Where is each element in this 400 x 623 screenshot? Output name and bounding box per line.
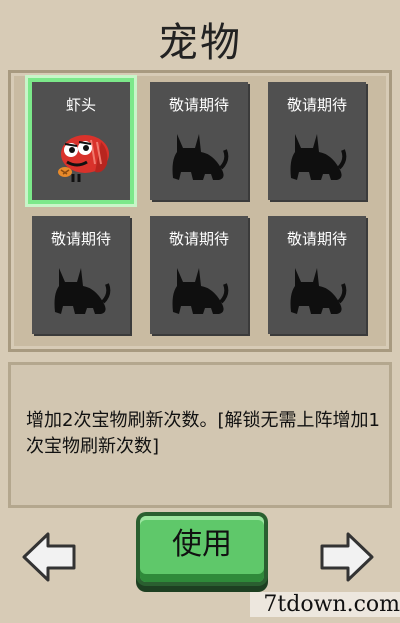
pet-name-label: 虾头 [65,96,96,114]
pet-name-label: 敬请期待 [50,230,111,248]
page-title: 宠物 [158,20,242,66]
cat-silhouette-icon [290,134,347,180]
pet-description-panel: 增加2次宝物刷新次数。[解锁无需上阵增加1次宝物刷新次数] [8,362,392,508]
shrimp-head-icon [58,135,109,182]
pet-name-label: 敬请期待 [168,230,229,248]
pet-description-text: 增加2次宝物刷新次数。[解锁无需上阵增加1次宝物刷新次数] [26,410,380,457]
pet-slot-locked-2[interactable]: 敬请期待 [150,82,248,200]
watermark: 7tdown.com [250,592,400,617]
cat-silhouette-icon [172,134,229,180]
previous-arrow-icon[interactable] [20,528,78,586]
pet-slot-locked-5[interactable]: 敬请期待 [150,216,248,334]
use-button[interactable]: 使用 [140,516,264,582]
pet-grid-panel: 虾头 敬请期待 敬请期待 敬请期待 敬请期待 敬请期待 [8,70,392,352]
cat-silhouette-icon [290,268,347,314]
pet-name-label: 敬请期待 [168,96,229,114]
pet-name-label: 敬请期待 [286,96,347,114]
pet-slot-locked-6[interactable]: 敬请期待 [268,216,366,334]
next-arrow-icon[interactable] [318,528,376,586]
cat-silhouette-icon [172,268,229,314]
pet-name-label: 敬请期待 [286,230,347,248]
pet-slot-shrimp-head[interactable]: 虾头 [28,78,134,204]
cat-silhouette-icon [54,268,111,314]
pet-slot-locked-3[interactable]: 敬请期待 [268,82,366,200]
pet-slot-locked-4[interactable]: 敬请期待 [32,216,130,334]
